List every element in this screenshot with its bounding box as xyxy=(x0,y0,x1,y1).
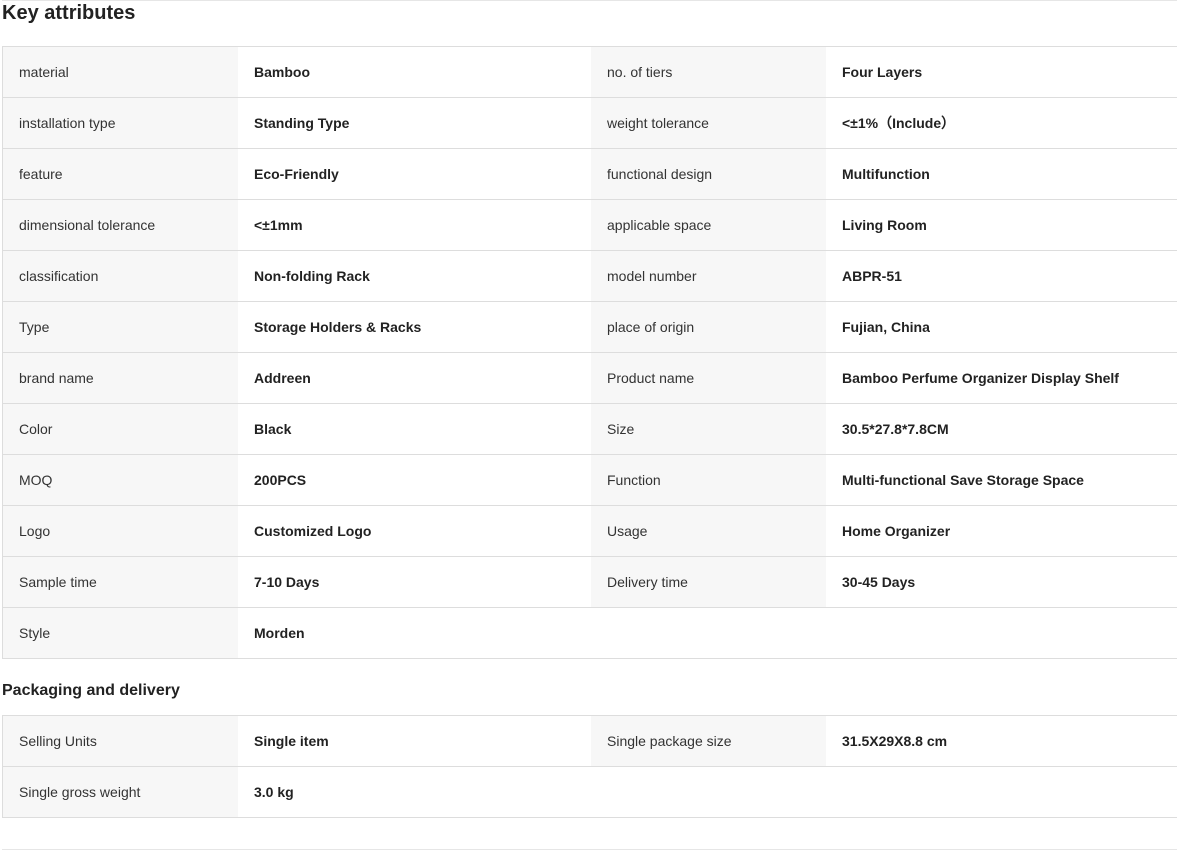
table-row: Sample time 7-10 Days Delivery time 30-4… xyxy=(3,557,1177,608)
attribute-value: Storage Holders & Racks xyxy=(238,302,591,352)
attribute-label: classification xyxy=(3,251,238,301)
empty-cell xyxy=(826,767,1177,817)
table-row: feature Eco-Friendly functional design M… xyxy=(3,149,1177,200)
attribute-value: 3.0 kg xyxy=(238,767,591,817)
attribute-label: material xyxy=(3,47,238,97)
attribute-value: Morden xyxy=(238,608,591,658)
table-row: installation type Standing Type weight t… xyxy=(3,98,1177,149)
attribute-label: Color xyxy=(3,404,238,454)
attribute-label: Usage xyxy=(591,506,826,556)
attribute-value: Bamboo Perfume Organizer Display Shelf xyxy=(826,353,1177,403)
key-attributes-title: Key attributes xyxy=(2,2,136,24)
attribute-value: Eco-Friendly xyxy=(238,149,591,199)
packaging-delivery-table: Selling Units Single item Single package… xyxy=(2,715,1177,818)
packaging-delivery-title: Packaging and delivery xyxy=(2,682,180,699)
attribute-value: Customized Logo xyxy=(238,506,591,556)
attribute-label: feature xyxy=(3,149,238,199)
attribute-value: Four Layers xyxy=(826,47,1177,97)
attribute-label: Function xyxy=(591,455,826,505)
empty-cell xyxy=(826,608,1177,658)
attribute-label: brand name xyxy=(3,353,238,403)
attribute-value: Home Organizer xyxy=(826,506,1177,556)
table-row: classification Non-folding Rack model nu… xyxy=(3,251,1177,302)
attribute-label: Sample time xyxy=(3,557,238,607)
attribute-value: 200PCS xyxy=(238,455,591,505)
attribute-value: Standing Type xyxy=(238,98,591,148)
attribute-label: Product name xyxy=(591,353,826,403)
attribute-label: no. of tiers xyxy=(591,47,826,97)
attribute-label: applicable space xyxy=(591,200,826,250)
attribute-value: Multifunction xyxy=(826,149,1177,199)
attribute-value: 31.5X29X8.8 cm xyxy=(826,716,1177,766)
attribute-label: Type xyxy=(3,302,238,352)
attribute-label: functional design xyxy=(591,149,826,199)
table-row: Logo Customized Logo Usage Home Organize… xyxy=(3,506,1177,557)
attribute-value: Non-folding Rack xyxy=(238,251,591,301)
attribute-label: Size xyxy=(591,404,826,454)
attribute-label: Single gross weight xyxy=(3,767,238,817)
product-attributes-page: Key attributes material Bamboo no. of ti… xyxy=(0,0,1177,851)
top-divider xyxy=(2,0,1177,1)
empty-cell xyxy=(591,767,826,817)
attribute-value: Living Room xyxy=(826,200,1177,250)
attribute-label: installation type xyxy=(3,98,238,148)
bottom-divider xyxy=(2,849,1177,850)
attribute-value: Addreen xyxy=(238,353,591,403)
table-row: Selling Units Single item Single package… xyxy=(3,716,1177,767)
attribute-value: <±1mm xyxy=(238,200,591,250)
attribute-value: ABPR-51 xyxy=(826,251,1177,301)
key-attributes-table: material Bamboo no. of tiers Four Layers… xyxy=(2,46,1177,659)
attribute-value: <±1%（Include） xyxy=(826,98,1177,148)
attribute-value: Single item xyxy=(238,716,591,766)
table-row: brand name Addreen Product name Bamboo P… xyxy=(3,353,1177,404)
table-row: Style Morden xyxy=(3,608,1177,659)
attribute-label: Logo xyxy=(3,506,238,556)
empty-cell xyxy=(591,608,826,658)
attribute-value: Multi-functional Save Storage Space xyxy=(826,455,1177,505)
attribute-value: Fujian, China xyxy=(826,302,1177,352)
attribute-label: Single package size xyxy=(591,716,826,766)
attribute-label: place of origin xyxy=(591,302,826,352)
table-row: Single gross weight 3.0 kg xyxy=(3,767,1177,818)
attribute-value: Black xyxy=(238,404,591,454)
attribute-value: 30-45 Days xyxy=(826,557,1177,607)
table-row: material Bamboo no. of tiers Four Layers xyxy=(3,47,1177,98)
attribute-label: Delivery time xyxy=(591,557,826,607)
attribute-label: model number xyxy=(591,251,826,301)
table-row: dimensional tolerance <±1mm applicable s… xyxy=(3,200,1177,251)
attribute-label: MOQ xyxy=(3,455,238,505)
attribute-value: 30.5*27.8*7.8CM xyxy=(826,404,1177,454)
table-row: Type Storage Holders & Racks place of or… xyxy=(3,302,1177,353)
attribute-value: 7-10 Days xyxy=(238,557,591,607)
attribute-label: Style xyxy=(3,608,238,658)
attribute-label: weight tolerance xyxy=(591,98,826,148)
attribute-label: dimensional tolerance xyxy=(3,200,238,250)
attribute-label: Selling Units xyxy=(3,716,238,766)
table-row: MOQ 200PCS Function Multi-functional Sav… xyxy=(3,455,1177,506)
attribute-value: Bamboo xyxy=(238,47,591,97)
table-row: Color Black Size 30.5*27.8*7.8CM xyxy=(3,404,1177,455)
